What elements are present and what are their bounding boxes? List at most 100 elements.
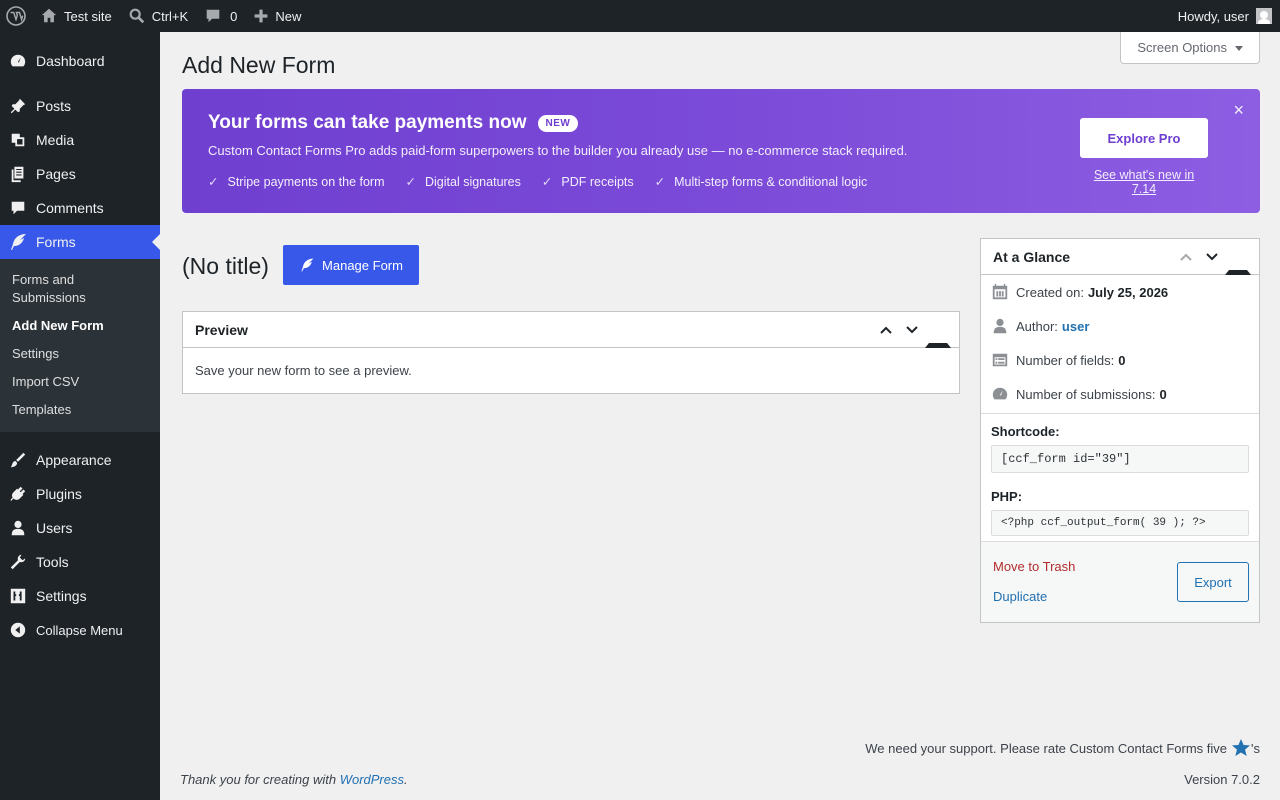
explore-pro-button[interactable]: Explore Pro (1080, 118, 1208, 158)
toggle-panel-button[interactable] (925, 312, 951, 348)
shortcode-label: Shortcode: (991, 424, 1060, 439)
avatar (1256, 8, 1272, 24)
sidebar-item-label: Posts (36, 98, 72, 114)
sidebar-item-label: Tools (36, 554, 69, 570)
glance-heading: At a Glance (993, 248, 1071, 265)
submenu-forms-and-submissions[interactable]: Forms and Submissions (0, 266, 160, 312)
sidebar-item-label: Users (36, 520, 73, 536)
author-row: Author: user (981, 309, 1259, 343)
new-content-link[interactable]: New (245, 0, 309, 32)
submenu-settings[interactable]: Settings (0, 340, 160, 368)
manage-form-label: Manage Form (322, 257, 403, 273)
sidebar-item-tools[interactable]: Tools (0, 545, 160, 579)
move-up-button[interactable] (873, 312, 899, 348)
sidebar-item-label: Media (36, 132, 75, 148)
duplicate-link[interactable]: Duplicate (993, 589, 1047, 604)
collapse-menu-button[interactable]: Collapse Menu (0, 613, 160, 647)
author-link[interactable]: user (1062, 319, 1089, 334)
comment-icon (8, 198, 28, 218)
sidebar-item-appearance[interactable]: Appearance (0, 443, 160, 477)
footer-thanks-text: Thank you for creating with (180, 772, 340, 787)
php-field[interactable]: <?php ccf_output_form( 39 ); ?> (991, 510, 1249, 536)
check-icon: ✓ (541, 175, 553, 189)
php-label: PHP: (991, 489, 1023, 504)
fields-row: Number of fields: 0 (981, 343, 1259, 377)
preview-header: Preview (183, 312, 959, 348)
command-palette-button[interactable]: Ctrl+K (120, 0, 196, 32)
calendar-icon (991, 283, 1009, 301)
created-value: July 25, 2026 (1087, 284, 1169, 300)
wordpress-logo-icon[interactable] (0, 0, 32, 32)
feather-icon (8, 232, 28, 252)
star-icon[interactable] (1231, 738, 1251, 758)
promo-feature: ✓ Digital signatures (405, 174, 521, 190)
created-row: Created on: July 25, 2026 (981, 275, 1259, 309)
sidebar-item-users[interactable]: Users (0, 511, 160, 545)
move-down-button[interactable] (1199, 239, 1225, 275)
whats-new-link[interactable]: See what's new in 7.14 (1080, 168, 1208, 196)
postbox-controls (1173, 239, 1251, 275)
admin-sidebar: Dashboard Posts Media Pages Comments For… (0, 32, 160, 800)
dashboard-icon (8, 51, 28, 71)
forms-submenu: Forms and Submissions Add New Form Setti… (0, 259, 160, 432)
wrench-icon (8, 552, 28, 572)
sidebar-item-label: Dashboard (36, 53, 105, 69)
sidebar-item-pages[interactable]: Pages (0, 157, 160, 191)
submenu-add-new-form[interactable]: Add New Form (0, 312, 160, 340)
search-icon (129, 8, 144, 24)
fields-label: Number of fields: (1016, 352, 1115, 368)
screen-options-button[interactable]: Screen Options (1120, 32, 1260, 64)
toggle-panel-button[interactable] (1225, 239, 1251, 275)
comments-link[interactable]: 0 (196, 0, 245, 32)
wordpress-link[interactable]: WordPress (340, 772, 404, 787)
admin-bar: Test site Ctrl+K 0 New Howdy, user (0, 0, 1280, 32)
caret-down-icon (1235, 46, 1243, 51)
sidebar-item-dashboard[interactable]: Dashboard (0, 44, 160, 78)
submenu-templates[interactable]: Templates (0, 396, 160, 424)
move-to-trash-link[interactable]: Move to Trash (993, 559, 1075, 574)
chevron-up-icon (880, 326, 892, 334)
sidebar-item-label: Appearance (36, 452, 112, 468)
sidebar-item-label: Settings (36, 588, 87, 604)
footer-thanks: Thank you for creating with WordPress. (180, 772, 408, 787)
site-name: Test site (64, 8, 112, 24)
my-account-link[interactable]: Howdy, user (1170, 0, 1280, 32)
shortcode-section: Shortcode: [ccf_form id="39"] PHP: <?php… (981, 424, 1259, 536)
promo-title-row: Your forms can take payments now NEW (208, 112, 579, 134)
promo-description: Custom Contact Forms Pro adds paid-form … (208, 143, 908, 158)
submenu-import-csv[interactable]: Import CSV (0, 368, 160, 396)
sidebar-item-label: Comments (36, 200, 104, 216)
sidebar-item-media[interactable]: Media (0, 123, 160, 157)
triangle-up-icon (925, 312, 951, 348)
move-up-button[interactable] (1173, 239, 1199, 275)
promo-feature-text: PDF receipts (561, 174, 634, 189)
submissions-value: 0 (1159, 386, 1167, 402)
sidebar-item-posts[interactable]: Posts (0, 89, 160, 123)
sidebar-item-settings[interactable]: Settings (0, 579, 160, 613)
form-title: (No title) (182, 253, 269, 279)
promo-feature-text: Multi-step forms & conditional logic (674, 174, 868, 189)
sidebar-item-label: Pages (36, 166, 76, 182)
glance-list: Created on: July 25, 2026 Author: user N… (981, 275, 1259, 414)
submissions-row: Number of submissions: 0 (981, 377, 1259, 411)
sidebar-item-forms[interactable]: Forms (0, 225, 160, 259)
list-view-icon (991, 351, 1009, 369)
close-icon[interactable]: × (1233, 100, 1244, 121)
sidebar-item-comments[interactable]: Comments (0, 191, 160, 225)
collapse-icon (8, 620, 28, 640)
manage-form-button[interactable]: Manage Form (283, 245, 419, 285)
rating-text: We need your support. Please rate Custom… (865, 740, 1228, 756)
move-down-button[interactable] (899, 312, 925, 348)
promo-feature: ✓ Multi-step forms & conditional logic (655, 174, 868, 190)
rating-notice: We need your support. Please rate Custom… (865, 738, 1260, 758)
sidebar-item-plugins[interactable]: Plugins (0, 477, 160, 511)
shortcode-field[interactable]: [ccf_form id="39"] (991, 445, 1249, 473)
created-label: Created on: (1016, 284, 1084, 300)
check-icon: ✓ (405, 175, 416, 189)
site-name-link[interactable]: Test site (32, 0, 120, 32)
preview-message: Save your new form to see a preview. (195, 363, 412, 378)
triangle-up-icon (1225, 239, 1251, 275)
main-content: Screen Options Add New Form Your forms c… (160, 32, 1280, 800)
export-button[interactable]: Export (1177, 562, 1249, 602)
glance-actions: Move to Trash Duplicate Export (981, 541, 1259, 622)
